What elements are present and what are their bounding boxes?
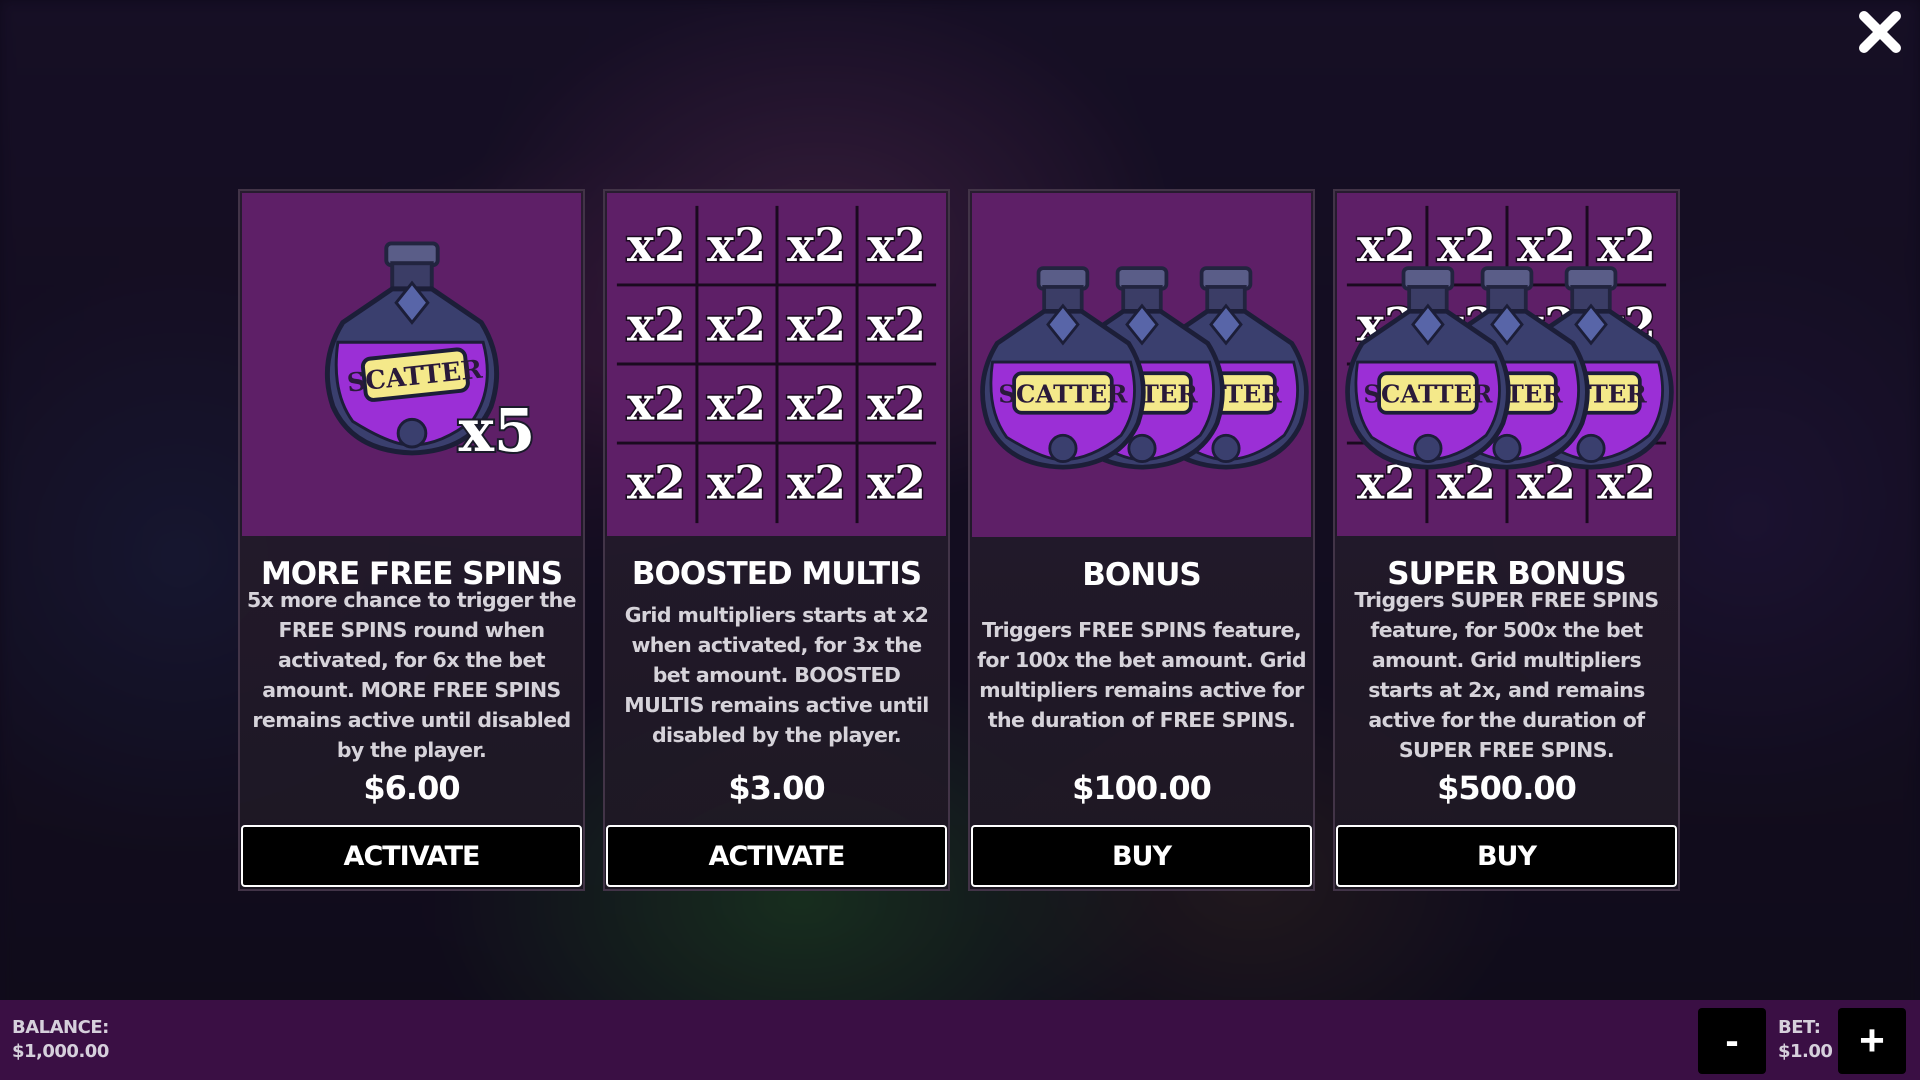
buy-bonus-button[interactable]: BUY [971,825,1312,887]
card-description: 5x more chance to trigger the FREE SPINS… [247,588,577,763]
feature-card-more-free-spins: SCATTER x5 MORE FREE SPINS 5x more chanc… [238,189,585,891]
scatter-potion-x5-icon: SCATTER x5 [324,241,537,467]
card-price: $100.00 [1072,769,1212,808]
feature-card-super-bonus: x2x2x2x2x2x2x2x2x2x2x2x2x2x2x2x2CATTERCA… [1333,189,1680,891]
card-price: $6.00 [363,769,460,808]
bet-display: BET: $1.00 [1778,1016,1833,1064]
super-bonus-image: x2x2x2x2x2x2x2x2x2x2x2x2x2x2x2x2CATTERCA… [1337,193,1676,537]
x2-multiplier-label: x2 [1517,218,1576,272]
balance-value: $1,000.00 [12,1041,109,1062]
x2-multiplier-label: x2 [1357,218,1416,272]
x2-multiplier-label: x2 [867,297,926,351]
x2-multiplier-label: x2 [627,218,686,272]
x2-multiplier-label: x2 [867,456,926,510]
card-price: $500.00 [1437,769,1577,808]
minus-icon: - [1725,1018,1739,1063]
feature-card-bonus: CATTERCATTERSCATTER BONUS Triggers FREE … [968,189,1315,891]
buy-super-bonus-button[interactable]: BUY [1336,825,1677,887]
feature-card-boosted-multis: x2 x2 x2 x2 x2 x2 x2 x2 x2 x2 x2 x2 x2 x2 x2 x2 BOOSTED… [603,189,950,891]
x2-multiplier-label: x2 [707,218,766,272]
close-icon [1859,11,1901,53]
card-description: Triggers SUPER FREE SPINS feature, for 5… [1354,588,1659,763]
svg-text:SCATTER: SCATTER [1363,380,1493,409]
x2-multiplier-label: x2 [1597,218,1656,272]
balance-display: BALANCE: $1,000.00 [12,1016,109,1064]
feature-cards: SCATTER x5 MORE FREE SPINS 5x more chanc… [238,189,1680,891]
bottom-bar: BALANCE: $1,000.00 - BET: $1.00 + [0,1000,1920,1080]
x2-multiplier-label: x2 [627,376,686,430]
x2-multiplier-label: x2 [867,376,926,430]
x2-multiplier-label: x2 [1437,218,1496,272]
x2-multiplier-label: x2 [707,376,766,430]
card-description: Grid multipliers starts at x2 when activ… [624,603,929,748]
bonus-image: CATTERCATTERSCATTER [972,193,1311,537]
x2-multiplier-label: x2 [867,218,926,272]
balance-label: BALANCE: [12,1017,109,1038]
close-button[interactable] [1852,4,1908,60]
x2-multiplier-label: x2 [707,297,766,351]
three-scatter-potions-icon: CATTERCATTERSCATTER [980,266,1309,470]
bet-increase-button[interactable]: + [1838,1008,1906,1074]
plus-icon: + [1859,1016,1885,1065]
x2-multiplier-grid-icon: x2 x2 x2 x2 x2 x2 x2 x2 x2 x2 x2 x2 x2 x2 x2 x2 [616,206,937,524]
bet-value: $1.00 [1778,1041,1833,1062]
svg-text:SCATTER: SCATTER [998,380,1128,409]
card-title: BOOSTED MULTIS [631,556,922,593]
x5-badge: x5 [459,395,536,465]
scatter-potion-icon: SCATTER [980,266,1146,470]
bet-label: BET: [1778,1017,1821,1038]
bet-decrease-button[interactable]: - [1698,1008,1766,1074]
card-description: Triggers FREE SPINS feature, for 100x th… [977,618,1306,733]
x2-multiplier-label: x2 [627,456,686,510]
activate-boosted-multis-button[interactable]: ACTIVATE [606,825,947,887]
x2-multiplier-label: x2 [787,218,846,272]
more-free-spins-image: SCATTER x5 [242,193,581,537]
x2-multiplier-label: x2 [787,376,846,430]
potions-over-multiplier-grid-icon: x2x2x2x2x2x2x2x2x2x2x2x2x2x2x2x2CATTERCA… [1345,206,1674,524]
x2-grid: x2 x2 x2 x2 x2 x2 x2 x2 x2 x2 x2 x2 x2 x2 x2 x2 [616,206,937,524]
x2-multiplier-label: x2 [627,297,686,351]
boosted-multis-image: x2 x2 x2 x2 x2 x2 x2 x2 x2 x2 x2 x2 x2 x2 x2 x2 [607,193,946,537]
activate-more-free-spins-button[interactable]: ACTIVATE [241,825,582,887]
card-price: $3.00 [728,769,825,808]
x2-multiplier-label: x2 [787,297,846,351]
x2-multiplier-label: x2 [787,456,846,510]
x2-multiplier-label: x2 [707,456,766,510]
card-title: BONUS [1082,556,1201,593]
